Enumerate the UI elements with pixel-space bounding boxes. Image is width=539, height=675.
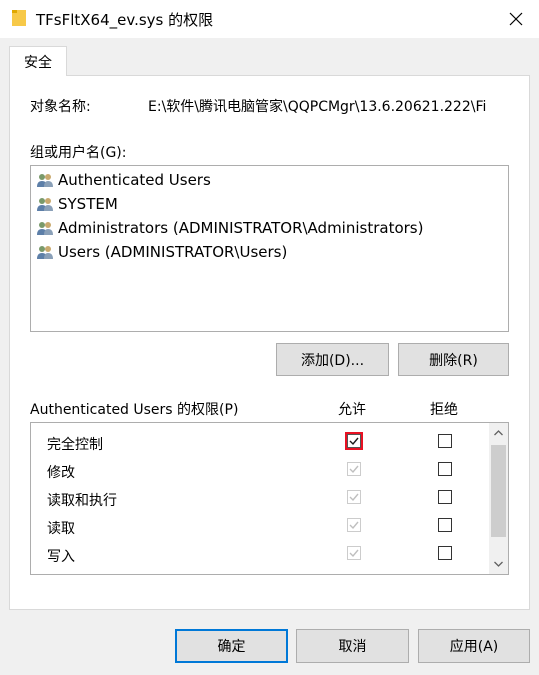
add-button[interactable]: 添加(D)... [276,343,389,376]
scrollbar[interactable] [489,423,508,574]
chevron-up-icon [494,430,503,436]
chevron-down-icon [494,561,503,567]
permission-name: 完全控制 [47,437,103,453]
checkmark-icon [349,437,359,446]
scroll-down-button[interactable] [489,554,508,574]
permission-row: 完全控制 [31,428,489,456]
users-icon [37,198,53,211]
permissions-label: Authenticated Users 的权限(P) [30,402,239,418]
list-item[interactable]: Administrators (ADMINISTRATOR\Administra… [36,216,423,240]
permission-row: 写入 [31,540,489,568]
cancel-button[interactable]: 取消 [296,629,409,663]
list-item[interactable]: SYSTEM [36,192,118,216]
checkmark-icon [349,549,359,558]
deny-column-header: 拒绝 [430,402,458,418]
users-icon [37,246,53,259]
permission-name: 写入 [47,549,75,565]
list-item-label: Authenticated Users [58,171,211,189]
allow-checkbox [347,462,361,476]
allow-checkbox[interactable] [345,432,363,450]
group-user-list[interactable]: Authenticated Users SYSTEM Administrator… [30,165,509,332]
checkmark-icon [349,465,359,474]
checkmark-icon [349,493,359,502]
object-name-label: 对象名称: [30,99,91,115]
list-item[interactable]: Users (ADMINISTRATOR\Users) [36,240,287,264]
close-icon [509,12,523,26]
allow-checkbox [347,490,361,504]
apply-button[interactable]: 应用(A) [418,629,530,663]
scroll-up-button[interactable] [489,423,508,443]
deny-checkbox[interactable] [438,462,452,476]
list-item-label: Administrators (ADMINISTRATOR\Administra… [58,219,424,237]
object-name-value: E:\软件\腾讯电脑管家\QQPCMgr\13.6.20621.222\Fi [148,99,487,115]
folder-icon [12,10,26,26]
list-item-label: Users (ADMINISTRATOR\Users) [58,243,288,261]
allow-column-header: 允许 [338,402,366,418]
users-icon [37,174,53,187]
permission-row: 修改 [31,456,489,484]
deny-checkbox[interactable] [438,490,452,504]
list-item[interactable]: Authenticated Users [36,168,211,192]
allow-checkbox [347,518,361,532]
users-icon [37,222,53,235]
permission-name: 读取 [47,521,75,537]
group-user-label: 组或用户名(G): [30,145,127,161]
checkmark-icon [349,521,359,530]
permission-row: 读取和执行 [31,484,489,512]
deny-checkbox[interactable] [438,518,452,532]
deny-checkbox[interactable] [438,546,452,560]
permission-row: 读取 [31,512,489,540]
window-title: TFsFltX64_ev.sys 的权限 [36,11,214,29]
list-item-label: SYSTEM [58,195,118,213]
tab-security[interactable]: 安全 [9,46,67,76]
title-bar: TFsFltX64_ev.sys 的权限 [0,0,539,38]
allow-checkbox [347,546,361,560]
close-button[interactable] [493,0,539,38]
permissions-list[interactable]: 完全控制修改读取和执行读取写入 [30,422,509,575]
scroll-thumb[interactable] [491,445,506,537]
permission-name: 读取和执行 [47,493,117,509]
remove-button[interactable]: 删除(R) [398,343,509,376]
deny-checkbox[interactable] [438,434,452,448]
ok-button[interactable]: 确定 [175,629,288,663]
permission-name: 修改 [47,465,75,481]
